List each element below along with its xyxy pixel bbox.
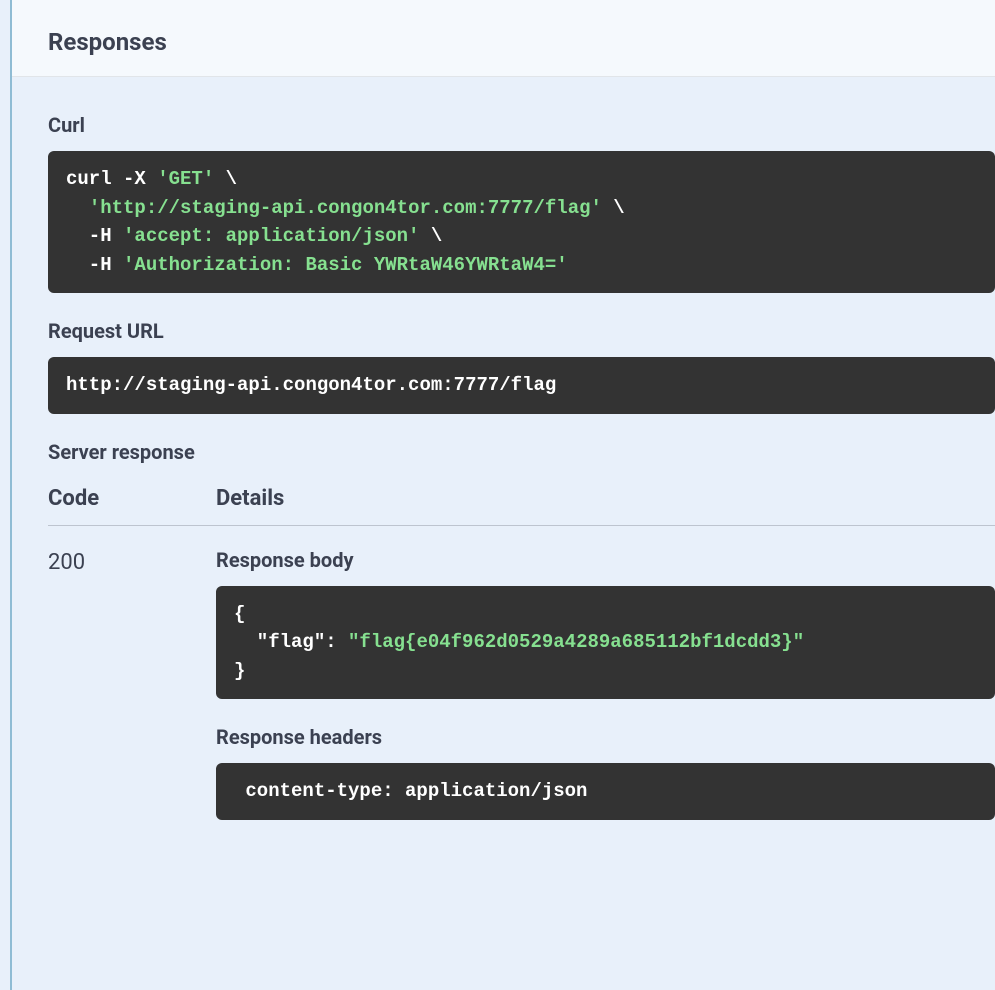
response-header-content-type: content-type: application/json (234, 780, 599, 802)
response-table-head: Code Details (48, 478, 995, 526)
curl-header-accept: 'accept: application/json' (123, 225, 419, 247)
server-response-heading: Server response (48, 440, 995, 464)
responses-panel: Responses Curl curl -X 'GET' \ 'http://s… (10, 0, 995, 990)
curl-indent (66, 197, 89, 219)
curl-method: 'GET' (157, 168, 214, 190)
json-key-flag: "flag" (234, 631, 325, 653)
curl-code-block[interactable]: curl -X 'GET' \ 'http://staging-api.cong… (48, 151, 995, 293)
curl-backslash: \ (419, 225, 442, 247)
response-row: 200 Response body { "flag": "flag{e04f96… (48, 548, 995, 846)
json-brace-open: { (234, 603, 245, 625)
curl-heading: Curl (48, 113, 995, 137)
responses-body: Curl curl -X 'GET' \ 'http://staging-api… (12, 77, 995, 886)
json-colon: : (325, 631, 348, 653)
col-code-header: Code (48, 486, 216, 511)
json-value-flag: "flag{e04f962d0529a4289a685112bf1dcdd3}" (348, 631, 804, 653)
curl-url: 'http://staging-api.congon4tor.com:7777/… (89, 197, 602, 219)
col-details-header: Details (216, 486, 995, 511)
curl-flag: -H (66, 225, 123, 247)
request-url-heading: Request URL (48, 319, 995, 343)
response-details: Response body { "flag": "flag{e04f962d05… (216, 548, 995, 846)
curl-header-auth: 'Authorization: Basic YWRtaW46YWRtaW4=' (123, 254, 568, 276)
request-url-block[interactable]: http://staging-api.congon4tor.com:7777/f… (48, 357, 995, 414)
request-url-value: http://staging-api.congon4tor.com:7777/f… (66, 374, 556, 396)
response-body-heading: Response body (216, 548, 995, 572)
response-code: 200 (48, 548, 216, 846)
json-brace-close: } (234, 660, 245, 682)
response-headers-heading: Response headers (216, 725, 995, 749)
response-body-block[interactable]: { "flag": "flag{e04f962d0529a4289a685112… (216, 586, 995, 700)
response-headers-block[interactable]: content-type: application/json (216, 763, 995, 820)
section-title: Responses (12, 0, 995, 77)
curl-flag: -H (66, 254, 123, 276)
curl-text: curl -X (66, 168, 157, 190)
curl-backslash: \ (602, 197, 625, 219)
curl-backslash: \ (214, 168, 237, 190)
